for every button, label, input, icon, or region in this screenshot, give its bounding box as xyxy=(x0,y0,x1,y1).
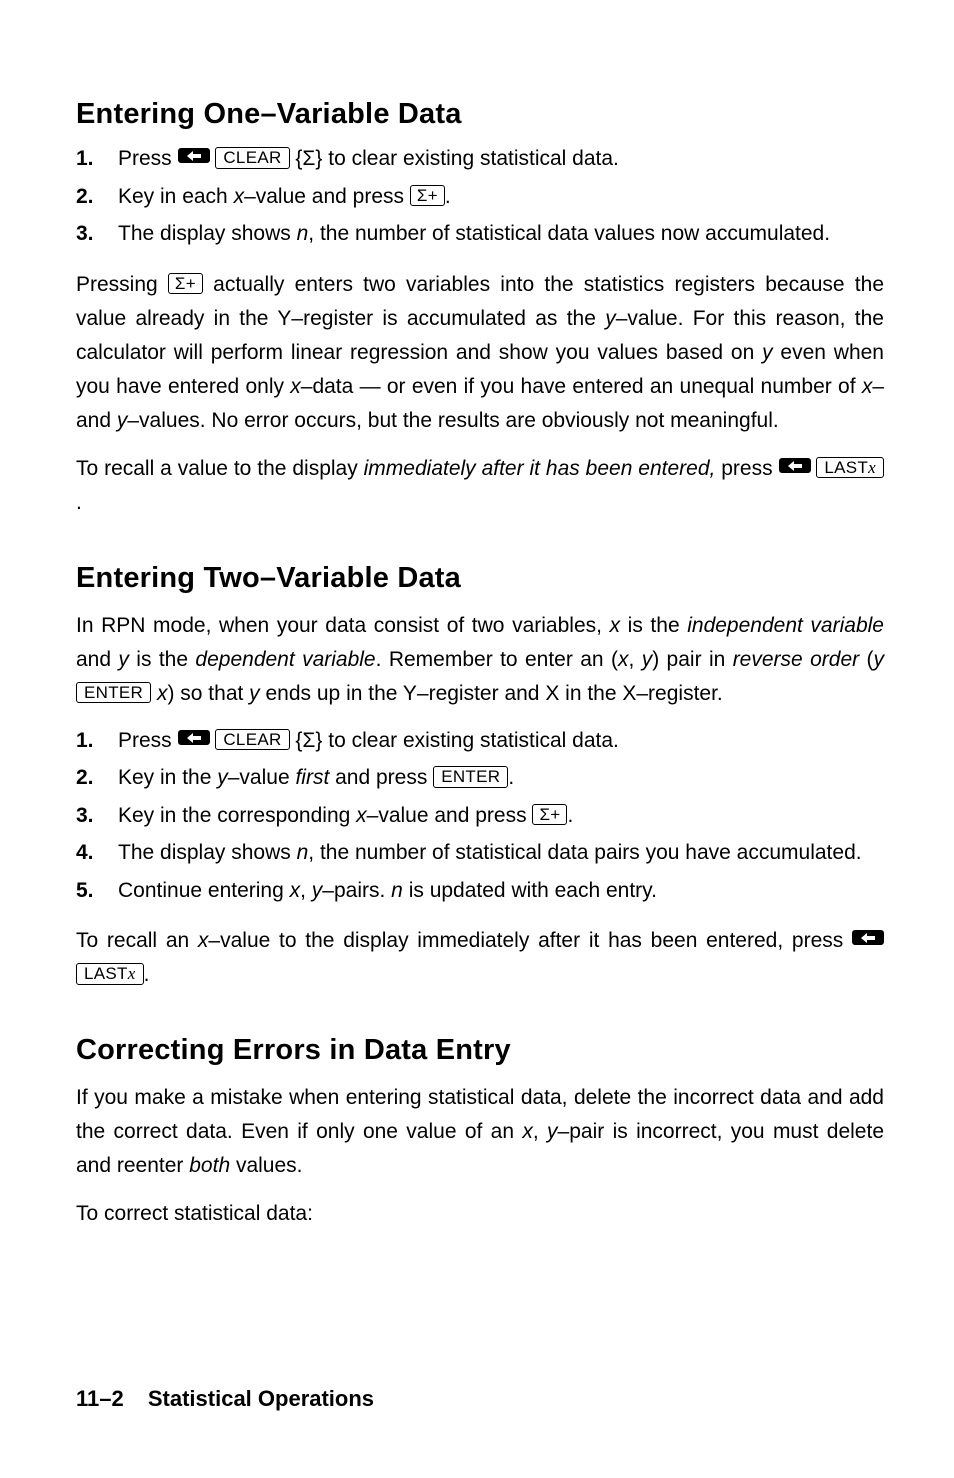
shift-key-icon xyxy=(178,730,210,745)
heading-one-variable: Entering One–Variable Data xyxy=(76,98,884,131)
lastx-key: LASTx xyxy=(816,457,884,479)
step-2: 2. Key in the y–value first and press EN… xyxy=(76,762,884,794)
clear-key: CLEAR xyxy=(215,729,289,751)
heading-correcting: Correcting Errors in Data Entry xyxy=(76,1034,884,1067)
lastx-key: LASTx xyxy=(76,963,144,985)
enter-key: ENTER xyxy=(76,682,151,704)
shift-key-icon xyxy=(779,458,811,473)
paragraph: If you make a mistake when entering stat… xyxy=(76,1081,884,1183)
heading-two-variable: Entering Two–Variable Data xyxy=(76,562,884,595)
paragraph: Pressing Σ+ actually enters two variable… xyxy=(76,268,884,438)
step-text: Key in each x–value and press Σ+. xyxy=(118,181,884,213)
step-text: Continue entering x, y–pairs. n is updat… xyxy=(118,875,884,907)
step-number: 2. xyxy=(76,762,102,794)
paragraph: To correct statistical data: xyxy=(76,1197,884,1231)
step-1: 1. Press CLEAR {Σ} to clear existing sta… xyxy=(76,143,884,175)
shift-key-icon xyxy=(178,148,210,163)
step-text: The display shows n, the number of stati… xyxy=(118,218,884,250)
enter-key: ENTER xyxy=(433,766,508,788)
step-number: 3. xyxy=(76,218,102,250)
step-5: 5. Continue entering x, y–pairs. n is up… xyxy=(76,875,884,907)
steps-two-variable: 1. Press CLEAR {Σ} to clear existing sta… xyxy=(76,725,884,907)
sigma-menu: {Σ} xyxy=(295,147,322,170)
step-text: Key in the corresponding x–value and pre… xyxy=(118,800,884,832)
step-3: 3. Key in the corresponding x–value and … xyxy=(76,800,884,832)
step-3: 3. The display shows n, the number of st… xyxy=(76,218,884,250)
sigma-plus-key: Σ+ xyxy=(410,185,445,207)
step-number: 1. xyxy=(76,143,102,175)
step-2: 2. Key in each x–value and press Σ+. xyxy=(76,181,884,213)
step-text: Key in the y–value first and press ENTER… xyxy=(118,762,884,794)
step-1: 1. Press CLEAR {Σ} to clear existing sta… xyxy=(76,725,884,757)
sigma-plus-key: Σ+ xyxy=(532,804,567,826)
page-number: 11–2 xyxy=(76,1386,124,1411)
paragraph: To recall an x–value to the display imme… xyxy=(76,924,884,992)
step-text: Press CLEAR {Σ} to clear existing statis… xyxy=(118,725,884,757)
step-text: The display shows n, the number of stati… xyxy=(118,837,884,869)
step-number: 4. xyxy=(76,837,102,869)
step-text: Press CLEAR {Σ} to clear existing statis… xyxy=(118,143,884,175)
step-4: 4. The display shows n, the number of st… xyxy=(76,837,884,869)
sigma-menu: {Σ} xyxy=(295,729,322,752)
paragraph: To recall a value to the display immedia… xyxy=(76,452,884,520)
chapter-title: Statistical Operations xyxy=(148,1386,374,1411)
sigma-plus-key: Σ+ xyxy=(168,273,203,295)
shift-key-icon xyxy=(852,930,884,945)
step-number: 5. xyxy=(76,875,102,907)
paragraph: In RPN mode, when your data consist of t… xyxy=(76,609,884,711)
page-footer: 11–2 Statistical Operations xyxy=(76,1386,374,1412)
step-number: 3. xyxy=(76,800,102,832)
steps-one-variable: 1. Press CLEAR {Σ} to clear existing sta… xyxy=(76,143,884,250)
clear-key: CLEAR xyxy=(215,147,289,169)
step-number: 2. xyxy=(76,181,102,213)
step-number: 1. xyxy=(76,725,102,757)
